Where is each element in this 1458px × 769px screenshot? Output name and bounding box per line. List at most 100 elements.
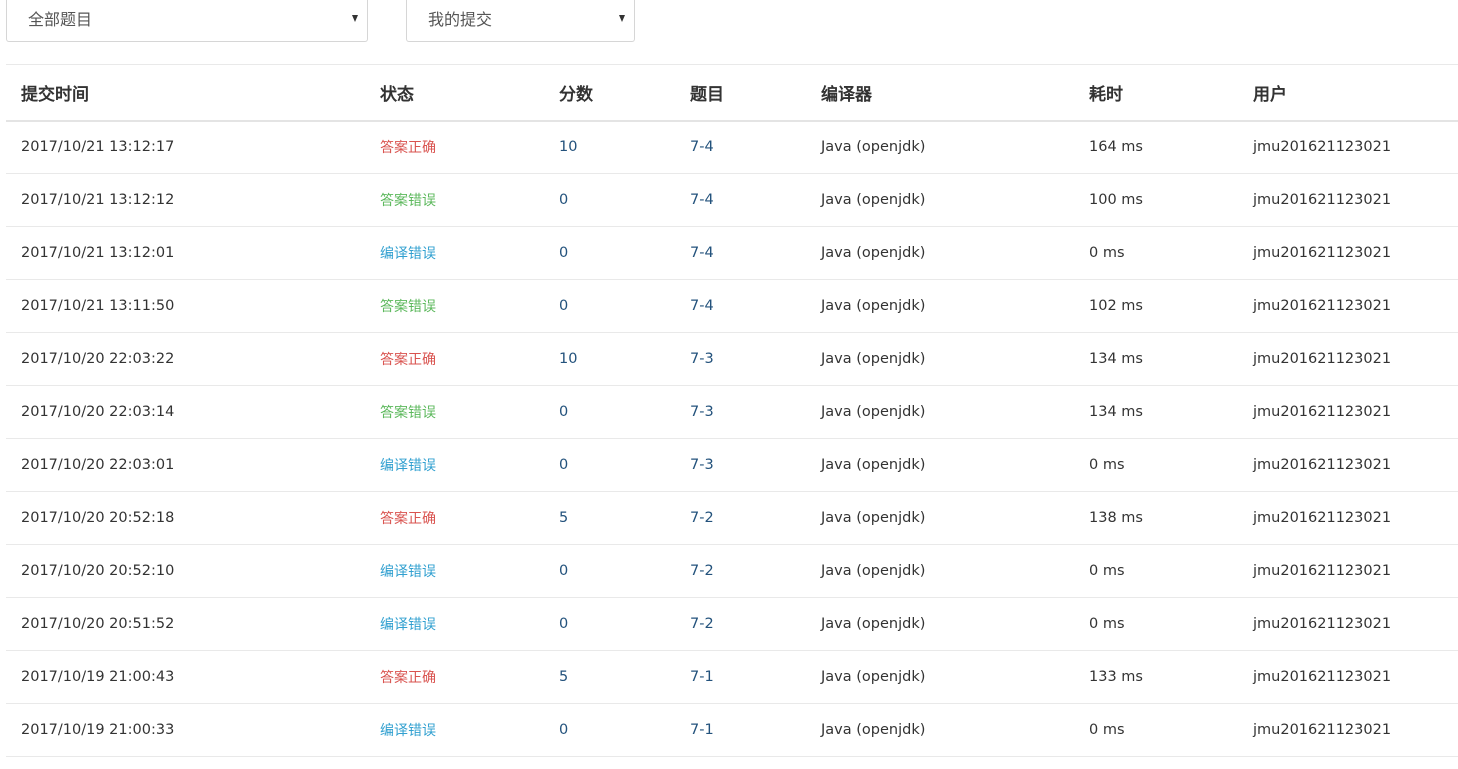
submitter-filter-value: 我的提交 [428,10,493,29]
status-link[interactable]: 答案错误 [380,193,436,209]
table-row: 2017/10/21 13:11:50 答案错误 0 7-4 Java (openjdk… [6,279,1458,333]
status-cell: 答案正确 [365,332,544,386]
status-link[interactable]: 编译错误 [380,246,436,262]
problem-link[interactable]: 7-1 [690,669,714,685]
caret-down-icon [619,15,625,22]
status-link[interactable]: 编译错误 [380,564,436,580]
score-link[interactable]: 0 [559,404,568,420]
submit-time-cell: 2017/10/19 21:00:43 [6,650,365,704]
submit-time-text: 2017/10/19 21:00:33 [21,722,175,738]
status-link[interactable]: 答案正确 [380,352,436,368]
status-cell: 编译错误 [365,597,544,651]
problem-link[interactable]: 7-4 [690,298,714,314]
elapsed-text: 134 ms [1089,404,1143,420]
problem-link[interactable]: 7-4 [690,245,714,261]
compiler-text: Java (openjdk) [821,298,926,314]
score-cell: 0 [544,703,675,757]
elapsed-cell: 0 ms [1074,226,1238,280]
compiler-cell: Java (openjdk) [806,438,1074,492]
header-user: 用户 [1238,64,1458,122]
problem-link[interactable]: 7-3 [690,457,714,473]
status-cell: 答案正确 [365,491,544,545]
status-link[interactable]: 答案正确 [380,511,436,527]
score-cell: 5 [544,650,675,704]
score-cell: 10 [544,120,675,174]
score-link[interactable]: 5 [559,669,568,685]
status-link[interactable]: 答案错误 [380,405,436,421]
status-link[interactable]: 答案正确 [380,670,436,686]
table-row: 2017/10/21 13:12:17 答案正确 10 7-4 Java (openjd… [6,120,1458,174]
status-link[interactable]: 编译错误 [380,458,436,474]
submit-time-text: 2017/10/20 22:03:14 [21,404,175,420]
score-link[interactable]: 0 [559,616,568,632]
status-link[interactable]: 答案正确 [380,140,436,156]
submit-time-cell: 2017/10/20 22:03:22 [6,332,365,386]
table-row: 2017/10/21 13:12:01 编译错误 0 7-4 Java (openjdk… [6,226,1458,280]
score-link[interactable]: 0 [559,563,568,579]
filter-bar: 全部题目 我的提交 [0,0,1458,44]
submit-time-text: 2017/10/21 13:12:17 [21,139,175,156]
table-row: 2017/10/20 20:52:10 编译错误 0 7-2 Java (openjdk… [6,544,1458,598]
status-link[interactable]: 编译错误 [380,617,436,633]
problem-link[interactable]: 7-2 [690,616,714,632]
score-cell: 0 [544,544,675,598]
problem-link[interactable]: 7-2 [690,563,714,579]
status-link[interactable]: 编译错误 [380,723,436,739]
score-link[interactable]: 5 [559,510,568,526]
score-link[interactable]: 10 [559,139,577,155]
elapsed-text: 0 ms [1089,563,1125,579]
user-text: jmu201621123021 [1253,139,1392,156]
problem-link[interactable]: 7-3 [690,351,714,367]
user-text: jmu201621123021 [1253,510,1392,526]
compiler-text: Java (openjdk) [821,404,926,420]
problem-cell: 7-4 [675,173,806,227]
header-compiler: 编译器 [806,64,1074,122]
elapsed-text: 0 ms [1089,245,1125,261]
score-link[interactable]: 0 [559,192,568,208]
score-link[interactable]: 10 [559,351,577,367]
score-cell: 0 [544,597,675,651]
score-link[interactable]: 0 [559,245,568,261]
score-link[interactable]: 0 [559,722,568,738]
elapsed-cell: 0 ms [1074,438,1238,492]
score-link[interactable]: 0 [559,298,568,314]
score-cell: 0 [544,226,675,280]
table-row: 2017/10/20 20:52:18 答案正确 5 7-2 Java (openjdk… [6,491,1458,545]
table-row: 2017/10/20 22:03:14 答案错误 0 7-3 Java (openjdk… [6,385,1458,439]
problem-cell: 7-1 [675,703,806,757]
compiler-cell: Java (openjdk) [806,226,1074,280]
submit-time-cell: 2017/10/20 20:51:52 [6,597,365,651]
problem-link[interactable]: 7-4 [690,192,714,208]
user-cell: jmu201621123021 [1238,173,1458,227]
problem-cell: 7-2 [675,597,806,651]
submit-time-text: 2017/10/21 13:12:12 [21,192,175,208]
caret-down-icon [352,15,358,22]
submitter-filter-select[interactable]: 我的提交 [406,0,635,42]
header-score: 分数 [544,64,675,122]
problem-link[interactable]: 7-1 [690,722,714,738]
header-status: 状态 [365,64,544,122]
user-text: jmu201621123021 [1253,351,1392,367]
score-link[interactable]: 0 [559,457,568,473]
table-row: 2017/10/19 21:00:33 编译错误 0 7-1 Java (openjdk… [6,703,1458,757]
table-row: 2017/10/20 22:03:22 答案正确 10 7-3 Java (openjd… [6,332,1458,386]
user-text: jmu201621123021 [1253,563,1392,579]
status-cell: 编译错误 [365,703,544,757]
elapsed-cell: 138 ms [1074,491,1238,545]
problem-link[interactable]: 7-2 [690,510,714,526]
problem-link[interactable]: 7-3 [690,404,714,420]
user-cell: jmu201621123021 [1238,438,1458,492]
submit-time-cell: 2017/10/21 13:12:01 [6,226,365,280]
problem-filter-select[interactable]: 全部题目 [6,0,368,42]
compiler-cell: Java (openjdk) [806,332,1074,386]
compiler-text: Java (openjdk) [821,139,926,156]
user-cell: jmu201621123021 [1238,491,1458,545]
table-body: 2017/10/21 13:12:17 答案正确 10 7-4 Java (openjd… [6,120,1458,757]
problem-link[interactable]: 7-4 [690,139,714,155]
table-header: 提交时间 状态 分数 题目 编译器 耗时 用户 [6,64,1458,122]
elapsed-text: 0 ms [1089,616,1125,632]
compiler-text: Java (openjdk) [821,245,926,261]
submit-time-text: 2017/10/20 22:03:01 [21,457,175,473]
compiler-text: Java (openjdk) [821,669,926,685]
status-link[interactable]: 答案错误 [380,299,436,315]
